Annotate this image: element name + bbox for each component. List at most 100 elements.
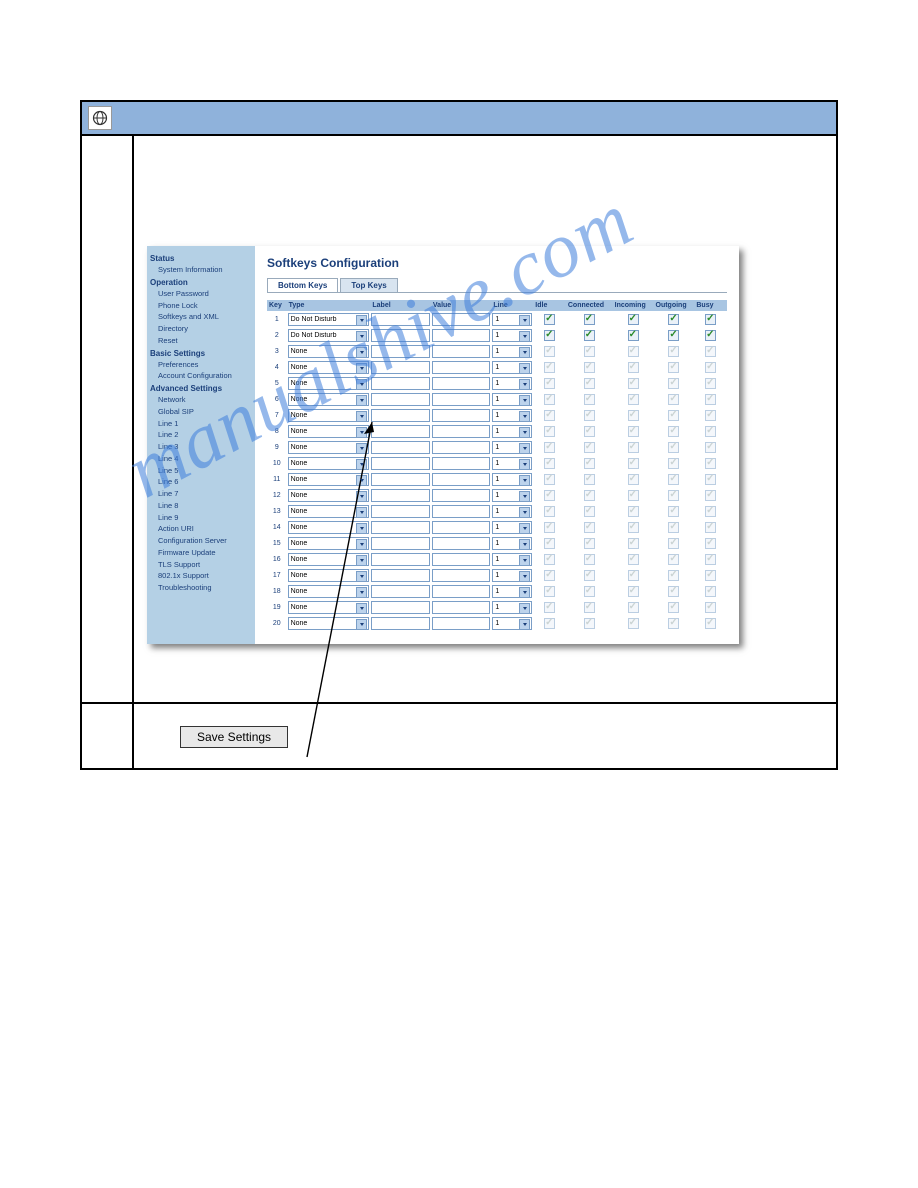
line-select[interactable] xyxy=(492,393,532,406)
label-input[interactable] xyxy=(371,537,430,550)
line-select[interactable] xyxy=(492,313,532,326)
sidebar-item[interactable]: 802.1x Support xyxy=(150,570,252,582)
sidebar-item[interactable]: Line 5 xyxy=(150,465,252,477)
value-input[interactable] xyxy=(432,361,491,374)
tab-top-keys[interactable]: Top Keys xyxy=(340,278,397,292)
sidebar-item[interactable]: Softkeys and XML xyxy=(150,311,252,323)
label-input[interactable] xyxy=(371,569,430,582)
value-input[interactable] xyxy=(432,441,491,454)
sidebar-item[interactable]: Line 9 xyxy=(150,512,252,524)
line-select[interactable] xyxy=(492,409,532,422)
value-input[interactable] xyxy=(432,345,491,358)
type-select[interactable] xyxy=(288,505,370,518)
type-select[interactable] xyxy=(288,473,370,486)
state-checkbox[interactable] xyxy=(628,330,639,341)
line-select[interactable] xyxy=(492,345,532,358)
label-input[interactable] xyxy=(371,473,430,486)
type-select[interactable] xyxy=(288,617,370,630)
state-checkbox[interactable] xyxy=(628,314,639,325)
value-input[interactable] xyxy=(432,409,491,422)
type-select[interactable] xyxy=(288,489,370,502)
value-input[interactable] xyxy=(432,393,491,406)
sidebar-item[interactable]: Account Configuration xyxy=(150,370,252,382)
value-input[interactable] xyxy=(432,521,491,534)
state-checkbox[interactable] xyxy=(544,314,555,325)
state-checkbox[interactable] xyxy=(584,330,595,341)
value-input[interactable] xyxy=(432,489,491,502)
type-select[interactable] xyxy=(288,601,370,614)
line-select[interactable] xyxy=(492,457,532,470)
line-select[interactable] xyxy=(492,329,532,342)
type-select[interactable] xyxy=(288,329,370,342)
line-select[interactable] xyxy=(492,425,532,438)
type-select[interactable] xyxy=(288,537,370,550)
sidebar-item[interactable]: System Information xyxy=(150,264,252,276)
type-select[interactable] xyxy=(288,313,370,326)
line-select[interactable] xyxy=(492,521,532,534)
type-select[interactable] xyxy=(288,361,370,374)
line-select[interactable] xyxy=(492,569,532,582)
label-input[interactable] xyxy=(371,313,430,326)
value-input[interactable] xyxy=(432,473,491,486)
label-input[interactable] xyxy=(371,617,430,630)
state-checkbox[interactable] xyxy=(668,330,679,341)
sidebar-item[interactable]: Line 7 xyxy=(150,488,252,500)
sidebar-item[interactable]: Line 4 xyxy=(150,453,252,465)
value-input[interactable] xyxy=(432,505,491,518)
label-input[interactable] xyxy=(371,457,430,470)
tab-bottom-keys[interactable]: Bottom Keys xyxy=(267,278,338,292)
label-input[interactable] xyxy=(371,585,430,598)
line-select[interactable] xyxy=(492,585,532,598)
sidebar-item[interactable]: Line 8 xyxy=(150,500,252,512)
type-select[interactable] xyxy=(288,345,370,358)
label-input[interactable] xyxy=(371,489,430,502)
value-input[interactable] xyxy=(432,537,491,550)
sidebar-item[interactable]: Configuration Server xyxy=(150,535,252,547)
label-input[interactable] xyxy=(371,441,430,454)
sidebar-item[interactable]: Line 3 xyxy=(150,441,252,453)
value-input[interactable] xyxy=(432,585,491,598)
state-checkbox[interactable] xyxy=(668,314,679,325)
state-checkbox[interactable] xyxy=(705,330,716,341)
label-input[interactable] xyxy=(371,505,430,518)
sidebar-item[interactable]: Line 6 xyxy=(150,476,252,488)
sidebar-item[interactable]: Phone Lock xyxy=(150,300,252,312)
value-input[interactable] xyxy=(432,329,491,342)
sidebar-item[interactable]: TLS Support xyxy=(150,559,252,571)
state-checkbox[interactable] xyxy=(705,314,716,325)
label-input[interactable] xyxy=(371,393,430,406)
sidebar-item[interactable]: Action URI xyxy=(150,523,252,535)
label-input[interactable] xyxy=(371,329,430,342)
type-select[interactable] xyxy=(288,409,370,422)
label-input[interactable] xyxy=(371,521,430,534)
value-input[interactable] xyxy=(432,377,491,390)
type-select[interactable] xyxy=(288,553,370,566)
type-select[interactable] xyxy=(288,585,370,598)
type-select[interactable] xyxy=(288,569,370,582)
line-select[interactable] xyxy=(492,553,532,566)
line-select[interactable] xyxy=(492,377,532,390)
label-input[interactable] xyxy=(371,601,430,614)
line-select[interactable] xyxy=(492,505,532,518)
sidebar-item[interactable]: Directory xyxy=(150,323,252,335)
value-input[interactable] xyxy=(432,569,491,582)
state-checkbox[interactable] xyxy=(544,330,555,341)
sidebar-item[interactable]: Firmware Update xyxy=(150,547,252,559)
sidebar-item[interactable]: Preferences xyxy=(150,359,252,371)
save-button[interactable]: Save Settings xyxy=(180,726,288,748)
value-input[interactable] xyxy=(432,617,491,630)
type-select[interactable] xyxy=(288,393,370,406)
value-input[interactable] xyxy=(432,457,491,470)
sidebar-item[interactable]: Network xyxy=(150,394,252,406)
value-input[interactable] xyxy=(432,425,491,438)
line-select[interactable] xyxy=(492,537,532,550)
sidebar-item[interactable]: User Password xyxy=(150,288,252,300)
line-select[interactable] xyxy=(492,473,532,486)
state-checkbox[interactable] xyxy=(584,314,595,325)
sidebar-item[interactable]: Line 1 xyxy=(150,418,252,430)
label-input[interactable] xyxy=(371,409,430,422)
type-select[interactable] xyxy=(288,457,370,470)
line-select[interactable] xyxy=(492,601,532,614)
sidebar-item[interactable]: Troubleshooting xyxy=(150,582,252,594)
type-select[interactable] xyxy=(288,521,370,534)
